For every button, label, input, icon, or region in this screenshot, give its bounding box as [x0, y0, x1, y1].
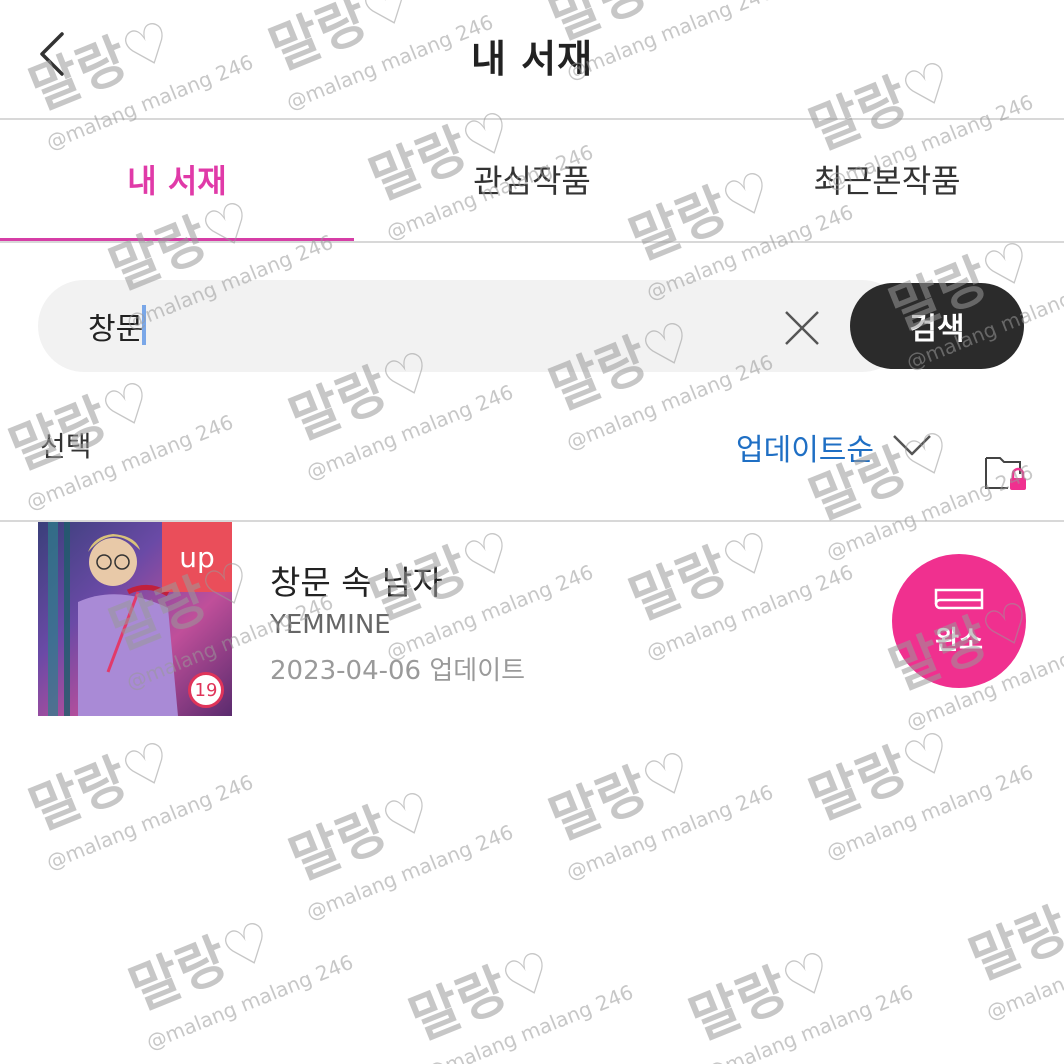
watermark-handle: @malang malang 246: [43, 770, 257, 875]
search-button[interactable]: 검색: [850, 283, 1024, 369]
watermark-mark: 말랑♡: [401, 938, 562, 1052]
page-title: 내 서재: [470, 37, 594, 81]
watermark-handle: @malang malang 246: [703, 980, 917, 1064]
search-input[interactable]: [88, 302, 748, 350]
tab-recently-viewed[interactable]: 최근본작품: [710, 120, 1064, 238]
locked-folder-icon[interactable]: [984, 452, 1028, 492]
item-updated-date: 2023-04-06 업데이트: [270, 656, 526, 686]
search-bar: [38, 280, 908, 372]
watermark-mark: 말랑♡: [21, 728, 182, 842]
watermark-mark: 말랑♡: [121, 908, 282, 1022]
cover-thumbnail[interactable]: up 19: [38, 522, 232, 716]
watermark-mark: 말랑♡: [681, 938, 842, 1052]
watermark-handle: @malang malang 246: [423, 980, 637, 1064]
text-cursor: [142, 305, 146, 345]
watermark-mark: 말랑♡: [281, 778, 442, 892]
book-icon: [934, 588, 984, 610]
update-badge: up: [162, 522, 232, 592]
clear-search-icon[interactable]: [780, 306, 824, 350]
app-header: 내 서재: [0, 0, 1064, 118]
watermark-handle: @malang malang 246: [983, 920, 1064, 1025]
age-rating-badge: 19: [188, 672, 224, 708]
select-button[interactable]: 선택: [40, 425, 92, 465]
watermark-mark: 말랑♡: [961, 878, 1064, 992]
watermark-handle: @malang malang 246: [303, 820, 517, 925]
tab-favorites[interactable]: 관심작품: [355, 120, 709, 238]
watermark-handle: @malang malang 246: [823, 760, 1037, 865]
watermark-handle: @malang malang 246: [563, 780, 777, 885]
complete-status-button[interactable]: 완소: [892, 554, 1026, 688]
watermark-handle: @malang malang 246: [303, 380, 517, 485]
watermark-handle: @malang malang 246: [143, 950, 357, 1055]
tabs-divider: [0, 241, 1064, 243]
complete-status-label: 완소: [935, 626, 983, 656]
item-title[interactable]: 창문 속 남자: [270, 556, 443, 604]
tab-my-library[interactable]: 내 서재: [0, 120, 354, 238]
watermark-mark: 말랑♡: [541, 738, 702, 852]
watermark-mark: 말랑♡: [801, 718, 962, 832]
list-item[interactable]: up 19 창문 속 남자 YEMMINE 2023-04-06 업데이트 완소: [0, 522, 1064, 722]
item-author: YEMMINE: [270, 610, 391, 640]
sort-dropdown[interactable]: 업데이트순: [736, 425, 874, 469]
tab-bar: 내 서재 관심작품 최근본작품: [0, 120, 1064, 240]
chevron-down-icon[interactable]: [890, 430, 934, 460]
